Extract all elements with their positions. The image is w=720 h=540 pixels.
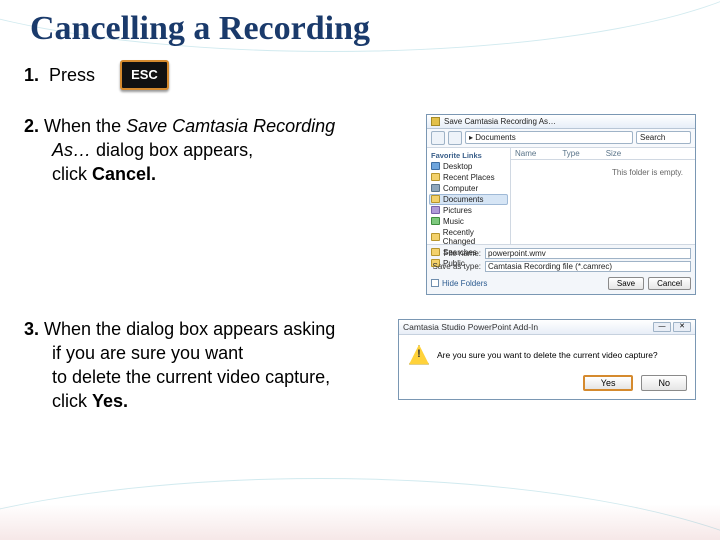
step-1-text: Press (49, 65, 95, 85)
no-button[interactable]: No (641, 375, 687, 391)
savetype-label: Save as type: (431, 262, 481, 271)
music-icon (431, 217, 440, 225)
chevron-down-icon (431, 279, 439, 287)
app-icon (431, 117, 440, 126)
side-music[interactable]: Music (443, 217, 464, 226)
side-computer[interactable]: Computer (443, 184, 478, 193)
pictures-icon (431, 206, 440, 214)
col-name[interactable]: Name (515, 149, 536, 158)
step-3-l2: if you are sure you want (52, 341, 384, 365)
close-icon[interactable]: ✕ (673, 322, 691, 332)
step-3-l4a: click (52, 391, 92, 411)
step-3-l1: When the dialog box appears asking (44, 319, 335, 339)
search-box[interactable]: Search (636, 131, 691, 144)
step-2-l1a: When the (44, 116, 126, 136)
step-3-l3: to delete the current video capture, (52, 365, 384, 389)
step-3-yes: Yes. (92, 391, 128, 411)
nav-back-icon[interactable] (431, 131, 445, 145)
desktop-icon (431, 162, 440, 170)
sidebar: Favorite Links Desktop Recent Places Com… (427, 148, 511, 244)
confirm-dialog-title: Camtasia Studio PowerPoint Add-In (403, 322, 651, 332)
col-size[interactable]: Size (606, 149, 622, 158)
folder-icon (431, 195, 440, 203)
step-2: 2. When the Save Camtasia Recording As… … (24, 114, 696, 295)
side-recently-changed[interactable]: Recently Changed (443, 228, 506, 246)
savetype-select[interactable]: Camtasia Recording file (*.camrec) (485, 261, 691, 272)
step-2-l2b: dialog box appears, (91, 140, 253, 160)
esc-key-graphic: ESC (120, 60, 169, 90)
confirm-message: Are you sure you want to delete the curr… (437, 350, 658, 360)
warning-icon (409, 345, 429, 365)
hide-folders-label: Hide Folders (442, 279, 487, 288)
side-desktop[interactable]: Desktop (443, 162, 472, 171)
save-as-dialog: Save Camtasia Recording As… ▸ Documents … (426, 114, 696, 295)
path-bar[interactable]: ▸ Documents (465, 131, 633, 144)
step-2-italic-1: Save Camtasia Recording (126, 116, 335, 136)
col-type[interactable]: Type (562, 149, 579, 158)
step-2-cancel: Cancel. (92, 164, 156, 184)
confirm-dialog: Camtasia Studio PowerPoint Add-In — ✕ Ar… (398, 319, 696, 400)
step-1-number: 1. (24, 65, 39, 85)
side-recent-places[interactable]: Recent Places (443, 173, 495, 182)
sidebar-header: Favorite Links (429, 150, 508, 161)
minimize-icon[interactable]: — (653, 322, 671, 332)
step-2-l3a: click (52, 164, 92, 184)
step-2-italic-2: As… (52, 140, 91, 160)
save-button[interactable]: Save (608, 277, 644, 290)
slide-title: Cancelling a Recording (30, 10, 696, 48)
file-list: Name Type Size This folder is empty. (511, 148, 695, 244)
step-2-number: 2. (24, 116, 39, 136)
yes-button[interactable]: Yes (583, 375, 634, 391)
save-dialog-title: Save Camtasia Recording As… (444, 117, 556, 126)
hide-folders-toggle[interactable]: Hide Folders (431, 279, 487, 288)
folder-icon (431, 173, 440, 181)
folder-icon (431, 233, 440, 241)
step-1: 1. Press ESC (24, 62, 696, 92)
computer-icon (431, 184, 440, 192)
filename-label: File name: (431, 249, 481, 258)
cancel-button[interactable]: Cancel (648, 277, 691, 290)
step-3-number: 3. (24, 319, 39, 339)
side-documents[interactable]: Documents (443, 195, 483, 204)
step-3: 3. When the dialog box appears asking if… (24, 317, 696, 414)
nav-fwd-icon[interactable] (448, 131, 462, 145)
empty-message: This folder is empty. (612, 168, 683, 177)
filename-input[interactable]: powerpoint.wmv (485, 248, 691, 259)
side-pictures[interactable]: Pictures (443, 206, 472, 215)
